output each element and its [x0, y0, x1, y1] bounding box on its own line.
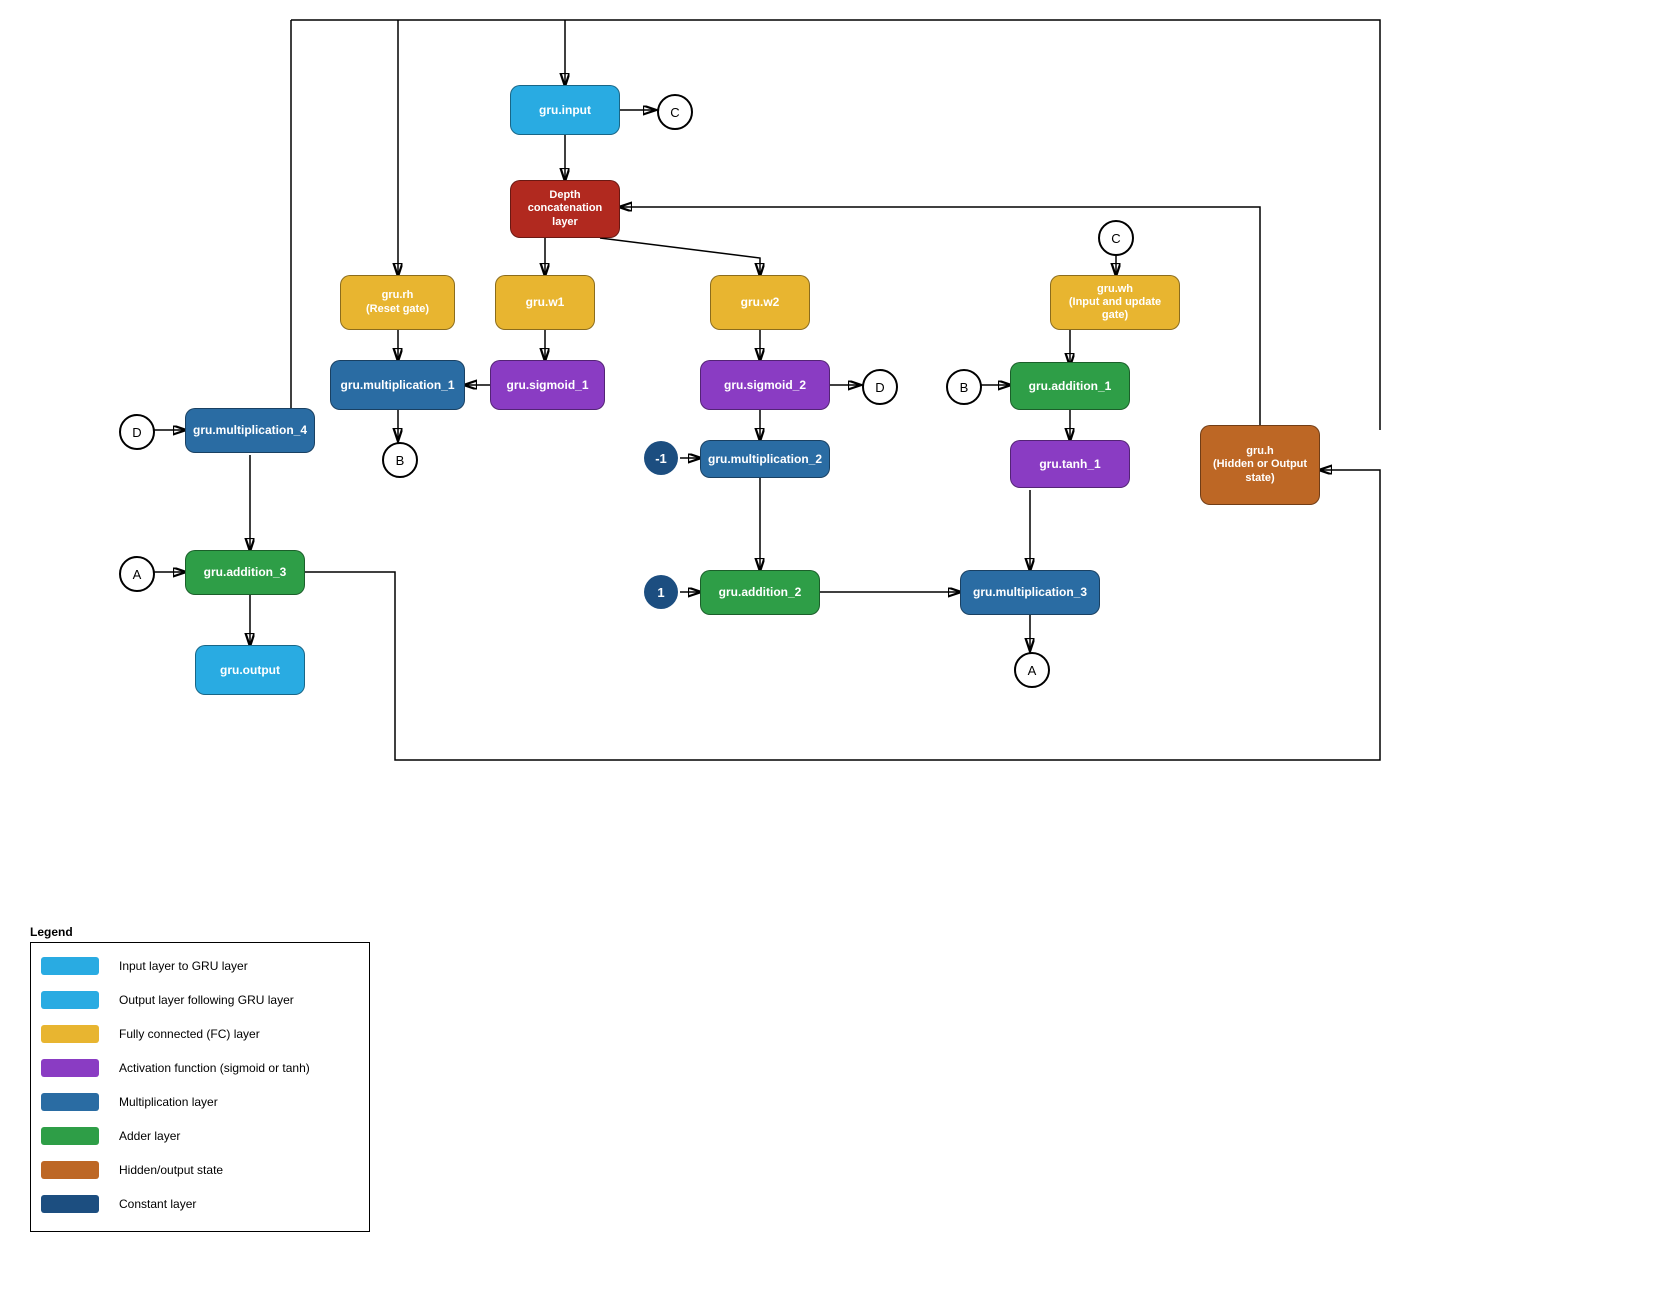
legend-label: Hidden/output state [119, 1163, 223, 1177]
legend-label: Constant layer [119, 1197, 196, 1211]
node-depth-concat[interactable]: Depth concatenation layer [510, 180, 620, 238]
node-add3[interactable]: gru.addition_3 [185, 550, 305, 595]
legend-row: Fully connected (FC) layer [41, 1017, 359, 1051]
legend-row: Output layer following GRU layer [41, 983, 359, 1017]
node-add1[interactable]: gru.addition_1 [1010, 362, 1130, 410]
legend-swatch [41, 1195, 99, 1213]
legend-row: Adder layer [41, 1119, 359, 1153]
const-neg1: -1 [644, 441, 678, 475]
node-gru-w1[interactable]: gru.w1 [495, 275, 595, 330]
legend-swatch [41, 1059, 99, 1077]
legend-title: Legend [30, 925, 73, 939]
legend-label: Multiplication layer [119, 1095, 218, 1109]
legend-label: Activation function (sigmoid or tanh) [119, 1061, 310, 1075]
node-add2[interactable]: gru.addition_2 [700, 570, 820, 615]
node-tanh1[interactable]: gru.tanh_1 [1010, 440, 1130, 488]
node-gru-w2[interactable]: gru.w2 [710, 275, 810, 330]
node-sigmoid2[interactable]: gru.sigmoid_2 [700, 360, 830, 410]
node-gru-input[interactable]: gru.input [510, 85, 620, 135]
connector-c-top: C [657, 94, 693, 130]
legend-label: Output layer following GRU layer [119, 993, 294, 1007]
node-mult2[interactable]: gru.multiplication_2 [700, 440, 830, 478]
legend-swatch [41, 957, 99, 975]
node-mult3[interactable]: gru.multiplication_3 [960, 570, 1100, 615]
connector-d-to-mult4: D [119, 414, 155, 450]
legend-swatch [41, 1093, 99, 1111]
connector-d-from-sig2: D [862, 369, 898, 405]
node-gru-h[interactable]: gru.h (Hidden or Output state) [1200, 425, 1320, 505]
legend-row: Hidden/output state [41, 1153, 359, 1187]
legend-row: Multiplication layer [41, 1085, 359, 1119]
legend-swatch [41, 1161, 99, 1179]
legend-label: Adder layer [119, 1129, 180, 1143]
legend-swatch [41, 1025, 99, 1043]
legend-row: Activation function (sigmoid or tanh) [41, 1051, 359, 1085]
legend-box: Input layer to GRU layer Output layer fo… [30, 942, 370, 1232]
connector-b-to-add1: B [946, 369, 982, 405]
connector-a-to-add3: A [119, 556, 155, 592]
connector-b-from-mult1: B [382, 442, 418, 478]
node-mult1[interactable]: gru.multiplication_1 [330, 360, 465, 410]
legend-swatch [41, 1127, 99, 1145]
legend-row: Constant layer [41, 1187, 359, 1221]
node-sigmoid1[interactable]: gru.sigmoid_1 [490, 360, 605, 410]
node-mult4[interactable]: gru.multiplication_4 [185, 408, 315, 453]
legend-label: Fully connected (FC) layer [119, 1027, 260, 1041]
legend-swatch [41, 991, 99, 1009]
node-gru-output[interactable]: gru.output [195, 645, 305, 695]
legend-label: Input layer to GRU layer [119, 959, 248, 973]
node-gru-rh[interactable]: gru.rh (Reset gate) [340, 275, 455, 330]
connector-a-from-mult3: A [1014, 652, 1050, 688]
const-pos1: 1 [644, 575, 678, 609]
legend-row: Input layer to GRU layer [41, 949, 359, 983]
node-gru-wh[interactable]: gru.wh (Input and update gate) [1050, 275, 1180, 330]
connector-c-wh: C [1098, 220, 1134, 256]
diagram-canvas: gru.input Depth concatenation layer gru.… [0, 0, 1675, 1308]
